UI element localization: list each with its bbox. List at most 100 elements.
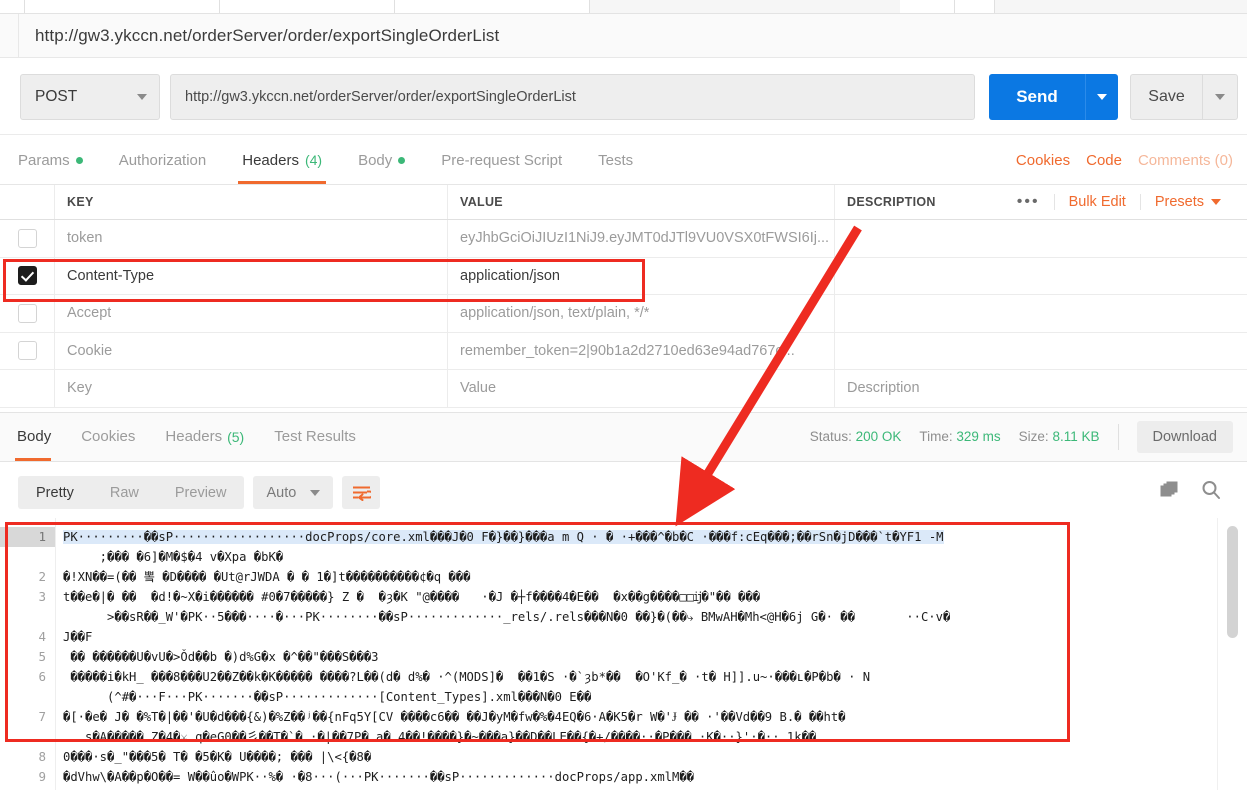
request-tabs: Params Authorization Headers (4) Body Pr… [0, 136, 1247, 185]
search-button[interactable] [1201, 480, 1221, 505]
code-line[interactable]: ;��� �6]�M�$�4 v�Xpa �bK� [63, 547, 1217, 567]
response-tab-headers-label: Headers [165, 428, 223, 445]
table-row-new[interactable]: Key Value Description [0, 370, 1247, 408]
more-options-icon[interactable]: ••• [1003, 193, 1054, 211]
send-group: Send [989, 73, 1118, 120]
table-row[interactable]: Content-Type application/json [0, 257, 1247, 295]
header-description-cookie[interactable] [835, 333, 1247, 370]
line-number: 4 [38, 629, 46, 644]
tab-partial-0[interactable] [0, 0, 25, 13]
tab-params[interactable]: Params [0, 136, 101, 184]
tab-partial-3[interactable] [395, 0, 590, 13]
code-line[interactable]: �[·�e� J� �%T�|��'�U�d���{&)�%Z��ʲ��{nFq… [63, 707, 1217, 727]
line-number [0, 727, 55, 747]
header-value-cookie[interactable]: remember_token=2|90b1a2d2710ed63e94ad767… [460, 343, 795, 359]
header-value-token[interactable]: eyJhbGciOiJIUzI1NiJ9.eyJMT0dJTl9VU0VSX0t… [460, 230, 829, 246]
line-number: 2 [38, 569, 46, 584]
response-tab-headers[interactable]: Headers (5) [150, 412, 259, 461]
table-row[interactable]: token eyJhbGciOiJIUzI1NiJ9.eyJMT0dJTl9VU… [0, 220, 1247, 258]
table-row[interactable]: Accept application/json, text/plain, */* [0, 295, 1247, 333]
tab-partial-5[interactable] [955, 0, 995, 13]
header-key-accept[interactable]: Accept [67, 305, 111, 321]
code-line[interactable]: (^#�···F···PK·······��sP·············[Co… [63, 687, 1217, 707]
response-scrollbar-thumb[interactable] [1227, 526, 1238, 638]
comments-link[interactable]: Comments (0) [1138, 152, 1233, 169]
word-wrap-toggle[interactable] [342, 476, 381, 509]
table-row[interactable]: Cookie remember_token=2|90b1a2d2710ed63e… [0, 332, 1247, 370]
code-line[interactable]: �dVhw\�A��p�O��= W��ûo�WPK··%� ·�8···(··… [63, 767, 1217, 787]
new-row-checkbox-cell [0, 370, 55, 407]
header-description-accept[interactable] [835, 295, 1247, 332]
response-tab-cookies-label: Cookies [81, 428, 136, 445]
row-checkbox-accept[interactable] [17, 303, 37, 323]
params-modified-dot-icon [75, 156, 83, 164]
code-line[interactable]: 0���·s�_"���5� T� �5�K� U����; ��� |\<{�… [63, 747, 1217, 767]
tab-partial-2[interactable] [220, 0, 395, 13]
response-body-viewer[interactable]: 1 23 456 7 891011 PK·········��sP·······… [0, 518, 1247, 790]
send-button[interactable]: Send [989, 73, 1085, 120]
code-text: .s�A����� Z�4�⚔ q�eG0��彡��T�`� ·�|��7P� … [63, 730, 817, 744]
copy-button[interactable] [1160, 481, 1179, 505]
download-button[interactable]: Download [1136, 420, 1233, 453]
size-value: 8.11 KB [1052, 429, 1100, 444]
tab-body-label: Body [358, 151, 393, 169]
code-line[interactable]: >��sR��_W'�PK··5���····�···PK········��s… [63, 607, 1217, 627]
new-header-key-input[interactable]: Key [67, 380, 92, 396]
code-link[interactable]: Code [1086, 152, 1122, 169]
tab-headers[interactable]: Headers (4) [224, 136, 340, 184]
view-mode-raw[interactable]: Raw [92, 476, 157, 509]
code-text: (^#�···F···PK·······��sP·············[Co… [63, 690, 592, 704]
row-checkbox-cookie[interactable] [17, 341, 37, 361]
response-view-toolbar: Pretty Raw Preview Auto [0, 470, 1247, 515]
header-value-content-type[interactable]: application/json [460, 268, 560, 284]
code-line[interactable]: �����i�kH_ ���8���U2��Z��k�K����� ����?L… [63, 667, 1217, 687]
send-options-button[interactable] [1085, 73, 1118, 120]
tab-tests[interactable]: Tests [580, 136, 651, 184]
response-tab-body[interactable]: Body [0, 412, 66, 461]
save-options-button[interactable] [1202, 73, 1238, 120]
header-checkbox-column [0, 185, 55, 219]
tab-headers-count: (4) [304, 152, 323, 168]
tab-authorization[interactable]: Authorization [101, 136, 225, 184]
code-text: ;��� �6]�M�$�4 v�Xpa �bK� [63, 550, 284, 564]
header-description-content-type[interactable] [835, 258, 1247, 295]
row-checkbox-token[interactable] [17, 228, 37, 248]
tab-body[interactable]: Body [340, 136, 423, 184]
new-header-value-input[interactable]: Value [460, 380, 496, 396]
presets-button[interactable]: Presets [1139, 194, 1235, 210]
code-text: �!XN��=(�� 뽘 �D���� �Ut@rJWDA � � 1�]t��… [63, 570, 471, 584]
code-line[interactable]: .s�A����� Z�4�⚔ q�eG0��彡��T�`� ·�|��7P� … [63, 727, 1217, 747]
http-method-select[interactable]: POST [20, 73, 160, 120]
tab-partial-4[interactable] [900, 0, 955, 13]
response-format-select[interactable]: Auto [253, 476, 334, 509]
row-checkbox-content-type[interactable] [17, 266, 37, 286]
code-line[interactable]: t��e�|� �� �d!�~X�i������ #0�7�����} Z �… [63, 587, 1217, 607]
header-value-accept[interactable]: application/json, text/plain, */* [460, 305, 649, 321]
response-tab-cookies[interactable]: Cookies [66, 412, 150, 461]
url-input[interactable]: http://gw3.ykccn.net/orderServer/order/e… [170, 73, 975, 120]
code-line[interactable]: PK·········��sP··················docProp… [63, 527, 1217, 547]
response-scrollbar[interactable] [1217, 518, 1247, 790]
header-key-content-type[interactable]: Content-Type [67, 268, 154, 284]
header-key-cookie[interactable]: Cookie [67, 343, 112, 359]
new-header-description-input[interactable]: Description [847, 380, 920, 396]
code-text: �[·�e� J� �%T�|��'�U�d���{&)�%Z��ʲ��{nFq… [63, 710, 846, 724]
code-line[interactable]: �� ������U�vU�>Ǒd��b �)d%G�x �^��"���S��… [63, 647, 1217, 667]
tab-pre-request-script[interactable]: Pre-request Script [423, 136, 580, 184]
header-description-token[interactable] [835, 220, 1247, 257]
view-mode-preview[interactable]: Preview [157, 476, 245, 509]
tab-partial-1[interactable] [25, 0, 220, 13]
code-line[interactable]: �!XN��=(�� 뽘 �D���� �Ut@rJWDA � � 1�]t��… [63, 567, 1217, 587]
save-button[interactable]: Save [1130, 73, 1202, 120]
cookies-link[interactable]: Cookies [1016, 152, 1070, 169]
view-mode-pretty[interactable]: Pretty [18, 476, 92, 509]
header-key-token[interactable]: token [67, 230, 102, 246]
response-tab-test-results[interactable]: Test Results [259, 412, 371, 461]
response-format-label: Auto [266, 484, 297, 501]
chevron-down-icon [310, 489, 321, 496]
response-body-code[interactable]: PK·········��sP··················docProp… [56, 518, 1217, 790]
http-method-label: POST [35, 87, 78, 105]
bulk-edit-button[interactable]: Bulk Edit [1053, 194, 1140, 210]
line-number: 3 [38, 589, 46, 604]
code-line[interactable]: J��F [63, 627, 1217, 647]
